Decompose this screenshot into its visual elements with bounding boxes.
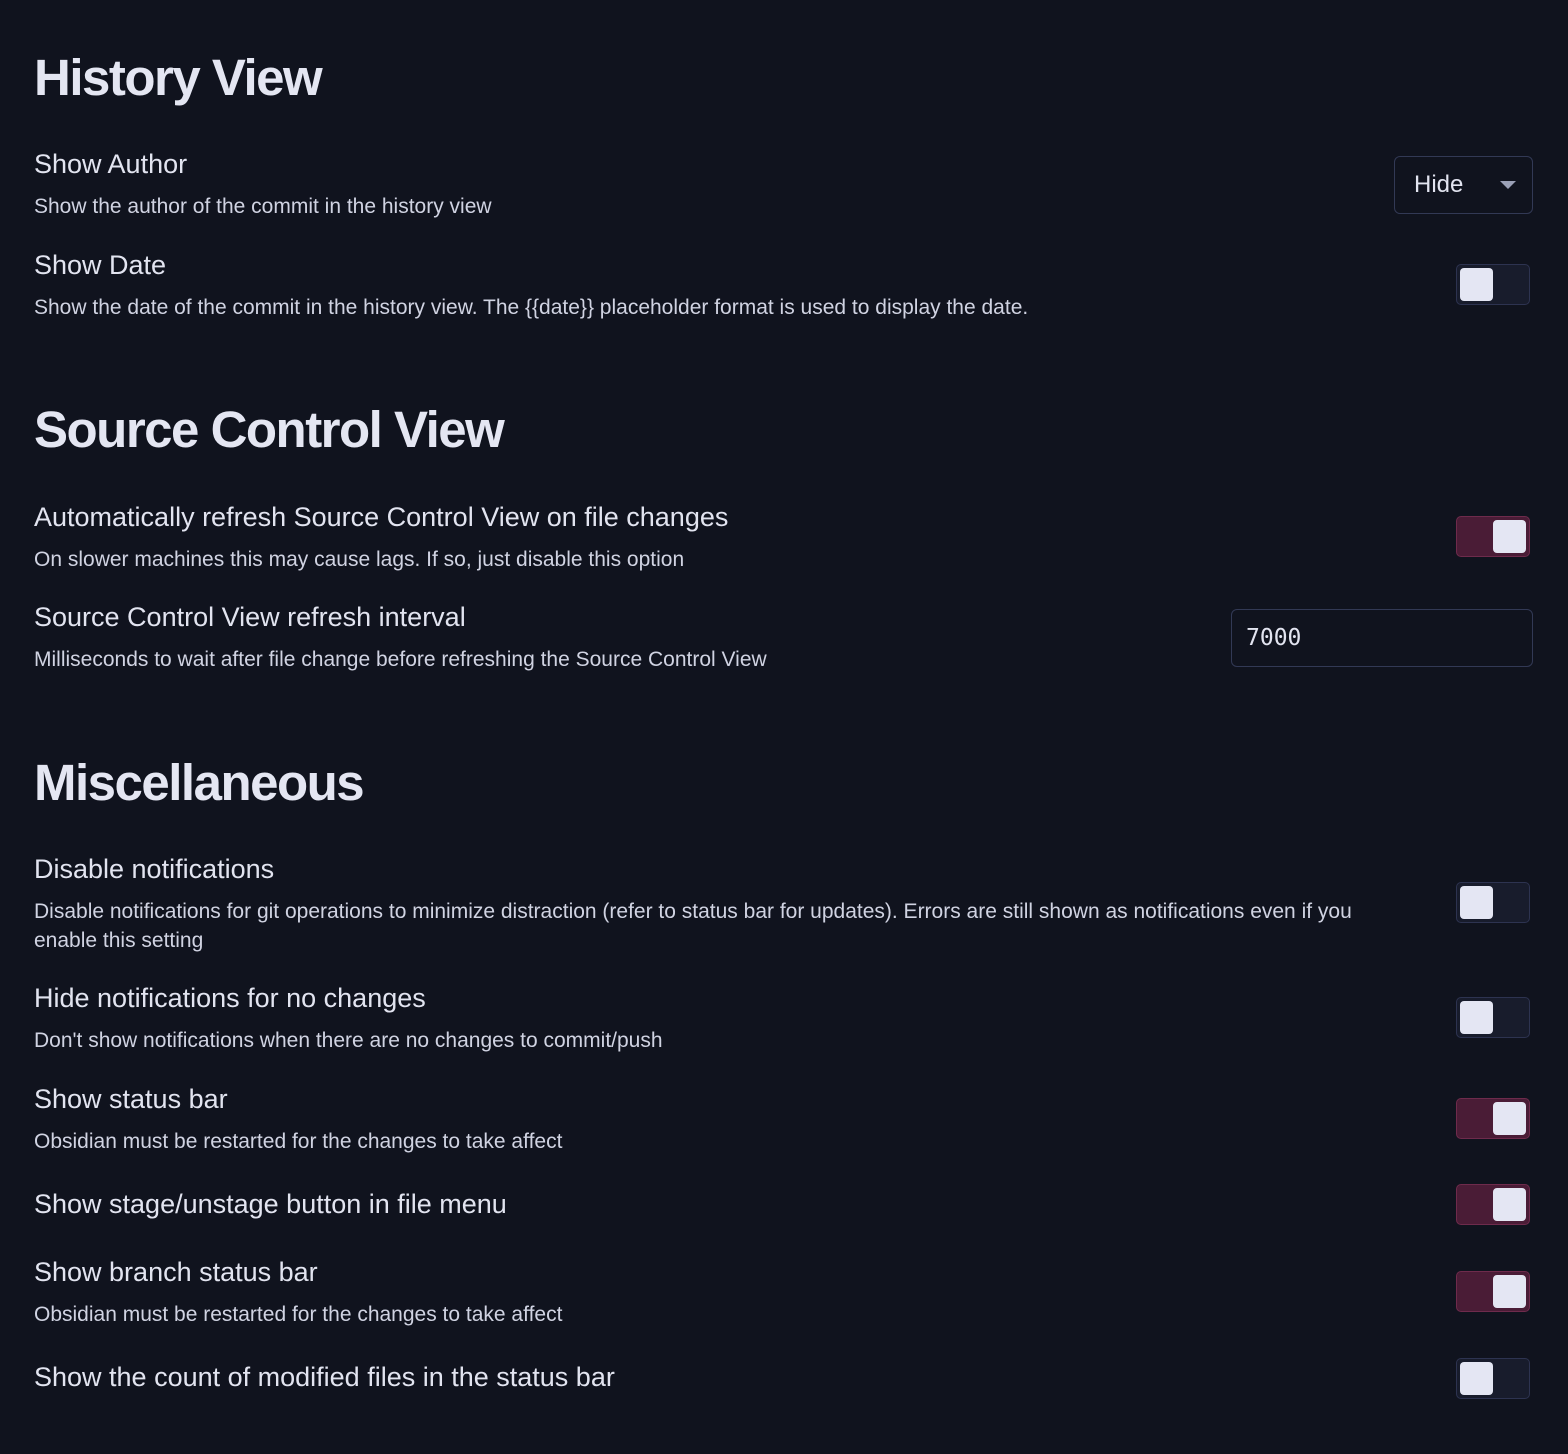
toggle-knob <box>1460 886 1493 919</box>
show-author-dropdown-value: Hide <box>1414 171 1464 198</box>
chevron-down-icon <box>1500 181 1516 189</box>
toggle-knob <box>1493 1188 1526 1221</box>
hide-no-changes-toggle[interactable] <box>1456 997 1530 1038</box>
refresh-interval-input[interactable] <box>1231 609 1533 667</box>
setting-name-show-stage-button: Show stage/unstage button in file menu <box>34 1189 507 1219</box>
toggle-knob <box>1493 1275 1526 1308</box>
setting-name-show-author: Show Author <box>34 149 188 179</box>
setting-name-hide-no-changes: Hide notifications for no changes <box>34 983 426 1013</box>
setting-desc-auto-refresh: On slower machines this may cause lags. … <box>34 548 685 571</box>
setting-name-show-date: Show Date <box>34 250 167 280</box>
toggle-knob <box>1460 1001 1493 1034</box>
setting-desc-hide-no-changes: Don't show notifications when there are … <box>34 1029 663 1052</box>
section-heading-source-control-view: Source Control View <box>34 401 505 458</box>
setting-desc-show-status-bar: Obsidian must be restarted for the chang… <box>34 1130 563 1153</box>
setting-desc-show-author: Show the author of the commit in the his… <box>34 195 492 218</box>
setting-name-show-branch-status-bar: Show branch status bar <box>34 1257 318 1287</box>
setting-name-refresh-interval: Source Control View refresh interval <box>34 602 466 632</box>
setting-desc-refresh-interval: Milliseconds to wait after file change b… <box>34 648 767 671</box>
auto-refresh-toggle[interactable] <box>1456 516 1530 557</box>
setting-desc-show-branch-status-bar: Obsidian must be restarted for the chang… <box>34 1303 563 1326</box>
toggle-knob <box>1493 1102 1526 1135</box>
setting-name-show-status-bar: Show status bar <box>34 1084 228 1114</box>
toggle-knob <box>1493 520 1526 553</box>
setting-desc-show-date: Show the date of the commit in the histo… <box>34 296 1029 319</box>
show-modified-count-toggle[interactable] <box>1456 1358 1530 1399</box>
show-status-bar-toggle[interactable] <box>1456 1098 1530 1139</box>
section-heading-miscellaneous: Miscellaneous <box>34 754 365 811</box>
setting-name-show-modified-count: Show the count of modified files in the … <box>34 1362 615 1392</box>
setting-name-auto-refresh: Automatically refresh Source Control Vie… <box>34 502 729 532</box>
toggle-knob <box>1460 1362 1493 1395</box>
disable-notifications-toggle[interactable] <box>1456 882 1530 923</box>
section-heading-history-view: History View <box>34 49 323 106</box>
show-branch-status-bar-toggle[interactable] <box>1456 1271 1530 1312</box>
show-date-toggle[interactable] <box>1456 264 1530 305</box>
toggle-knob <box>1460 268 1493 301</box>
setting-desc-disable-notifications: Disable notifications for git operations… <box>34 900 1352 952</box>
setting-name-disable-notifications: Disable notifications <box>34 854 275 884</box>
show-author-dropdown[interactable]: Hide <box>1394 156 1533 214</box>
show-stage-button-toggle[interactable] <box>1456 1184 1530 1225</box>
